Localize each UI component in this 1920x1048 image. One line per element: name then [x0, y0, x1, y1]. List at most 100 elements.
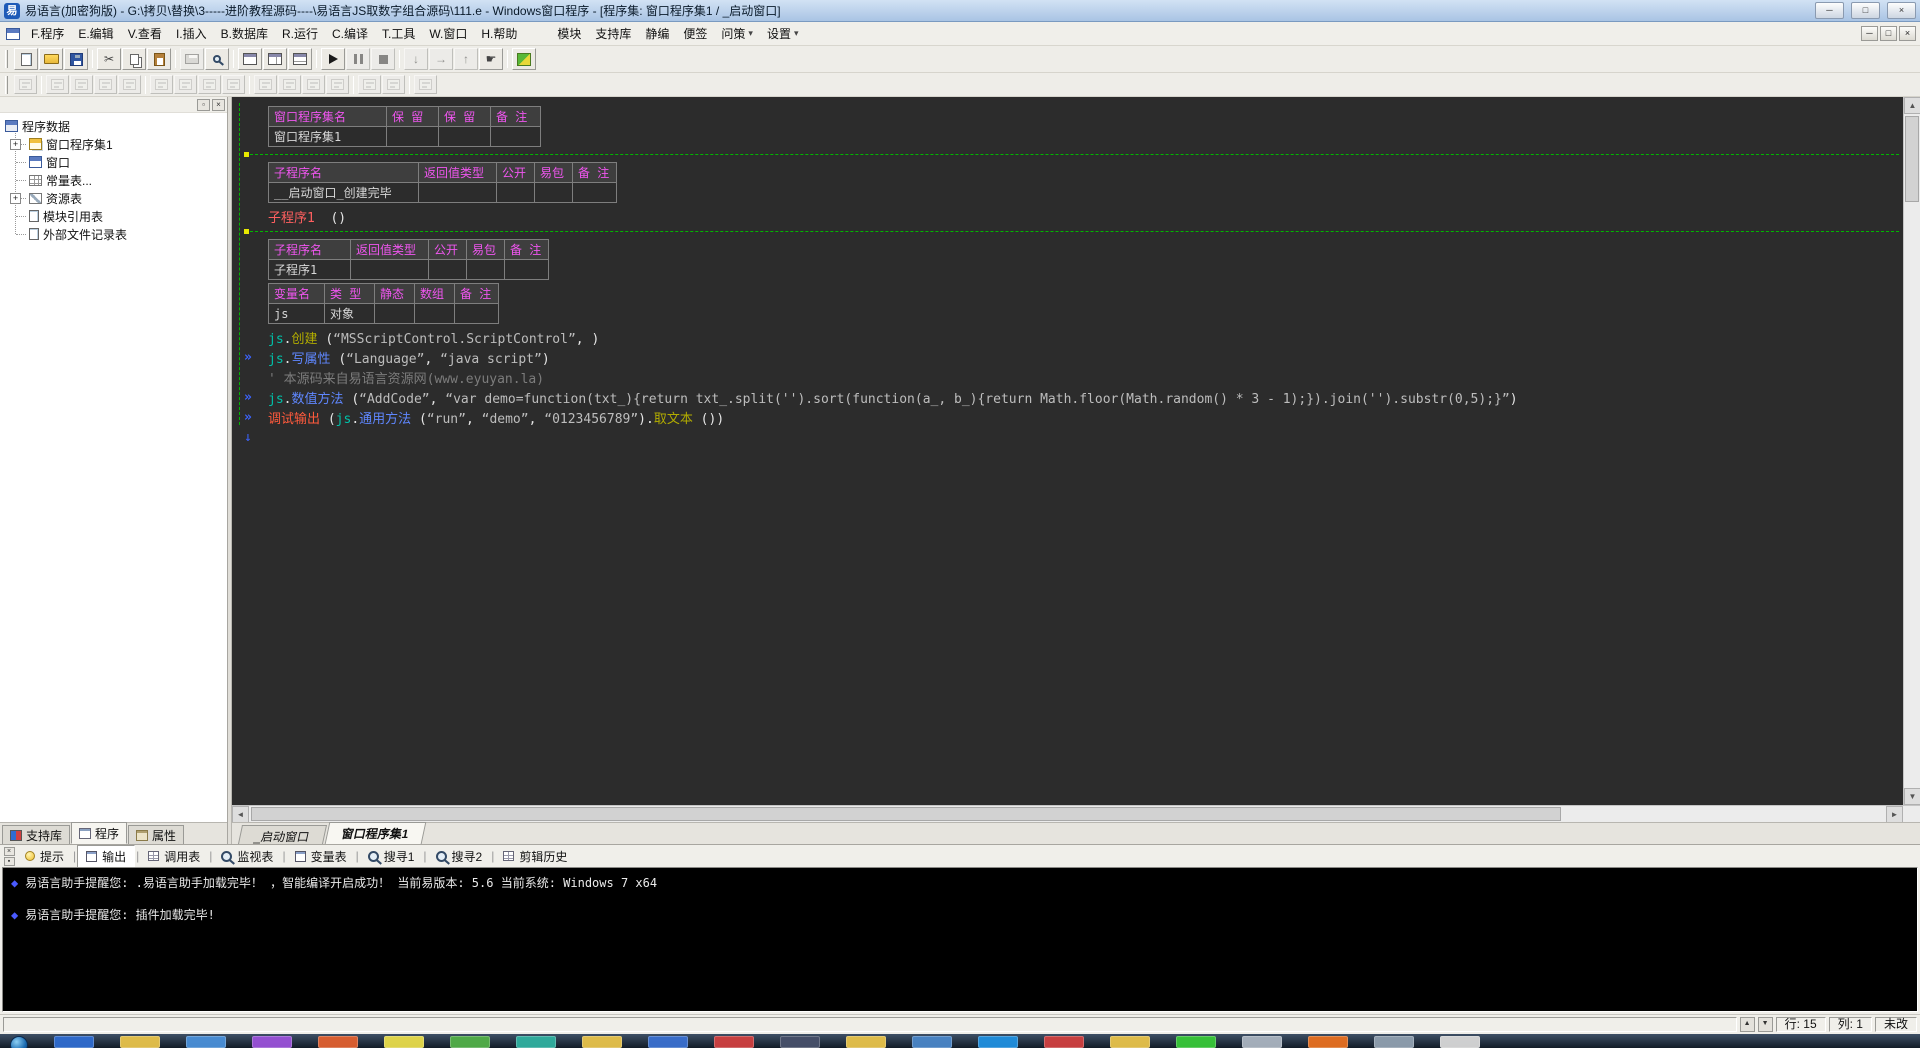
- taskbar-item[interactable]: [186, 1036, 226, 1048]
- maximize-button[interactable]: □: [1851, 2, 1880, 19]
- code-editor[interactable]: 窗口程序集名保 留保 留备 注窗口程序集1 子程序名 返回值类型 公开 易包备 注 __启…: [232, 97, 1903, 805]
- menu-help[interactable]: H.帮助: [474, 21, 524, 46]
- taskbar-item[interactable]: [714, 1036, 754, 1048]
- taskbar-item[interactable]: [1044, 1036, 1084, 1048]
- assembly-table-cell[interactable]: [386, 126, 439, 147]
- status-up-button[interactable]: ▲: [1739, 1017, 1755, 1032]
- menu-compile[interactable]: C.编译: [325, 21, 375, 46]
- code-line[interactable]: » 调试输出 (js.通用方法 (“run”, “demo”, “01234567…: [244, 407, 1903, 427]
- code-line[interactable]: » js.数值方法 (“AddCode”, “var demo=function(…: [244, 387, 1903, 407]
- tree-item-external-file-table[interactable]: 外部文件记录表: [9, 225, 225, 243]
- layout-workspace-button[interactable]: [238, 48, 262, 70]
- menu-settings[interactable]: 设置 ▾: [760, 21, 806, 46]
- menu-static-compile[interactable]: 静编: [638, 21, 676, 46]
- plugin-tool-button[interactable]: [512, 48, 536, 70]
- menu-notes[interactable]: 便签: [676, 21, 714, 46]
- minimize-button[interactable]: ─: [1815, 2, 1844, 19]
- hscroll-track[interactable]: [249, 806, 1886, 822]
- taskbar-item[interactable]: [780, 1036, 820, 1048]
- local-var-table-cell[interactable]: [374, 303, 415, 324]
- sidebar-tab-program[interactable]: 程序: [71, 822, 128, 844]
- sub-table-startup-cell[interactable]: [418, 182, 497, 203]
- doc-tab-startup-window[interactable]: _启动窗口: [237, 825, 327, 844]
- paste-button[interactable]: [147, 48, 171, 70]
- tree-item-window[interactable]: 窗口: [9, 153, 225, 171]
- taskbar-item[interactable]: [1242, 1036, 1282, 1048]
- sub-table-startup-cell[interactable]: [572, 182, 617, 203]
- menu-program[interactable]: F.程序: [24, 21, 71, 46]
- taskbar-item[interactable]: [1176, 1036, 1216, 1048]
- tree-item-window-assembly-1[interactable]: + 窗口程序集1: [9, 135, 225, 153]
- local-var-table-cell[interactable]: [454, 303, 499, 324]
- dock-tab-clip-history[interactable]: 剪辑历史: [495, 846, 575, 867]
- find-button[interactable]: [205, 48, 229, 70]
- taskbar-item[interactable]: [582, 1036, 622, 1048]
- layout-output-button[interactable]: [288, 48, 312, 70]
- dock-tab-call-table[interactable]: 调用表: [140, 846, 208, 867]
- scroll-up-button[interactable]: ▲: [1904, 97, 1920, 114]
- sub-table-startup-cell[interactable]: __启动窗口_创建完毕: [268, 182, 419, 203]
- code-line[interactable]: ' 本源码来自易语言资源网(www.eyuyan.la): [244, 367, 1903, 387]
- doc-tab-window-assembly-1[interactable]: 窗口程序集1: [324, 822, 426, 844]
- scroll-right-button[interactable]: ►: [1886, 806, 1903, 823]
- mdi-close-button[interactable]: ×: [1899, 26, 1916, 41]
- menu-tools[interactable]: T.工具: [375, 21, 422, 46]
- sidebar-tab-support-lib[interactable]: 支持库: [2, 825, 71, 844]
- open-file-button[interactable]: [39, 48, 63, 70]
- layout-split-button[interactable]: [263, 48, 287, 70]
- scroll-down-button[interactable]: ▼: [1904, 788, 1920, 805]
- menu-window[interactable]: W.窗口: [422, 21, 474, 46]
- expander-icon[interactable]: +: [10, 139, 21, 150]
- code-line[interactable]: » js.写属性 (“Language”, “java script”): [244, 347, 1903, 367]
- taskbar-item[interactable]: [54, 1036, 94, 1048]
- run-button[interactable]: [321, 48, 345, 70]
- dock-pin-button[interactable]: ▪: [3, 856, 15, 866]
- taskbar-item[interactable]: [450, 1036, 490, 1048]
- taskbar-item[interactable]: [1308, 1036, 1348, 1048]
- code-line[interactable]: js.创建 (“MSScriptControl.ScriptControl”, …: [244, 327, 1903, 347]
- tree-item-module-ref-table[interactable]: 模块引用表: [9, 207, 225, 225]
- menu-support-lib[interactable]: 支持库: [588, 21, 638, 46]
- dock-close-button[interactable]: ×: [3, 846, 15, 856]
- menu-run[interactable]: R.运行: [275, 21, 325, 46]
- sub-table-sub1-cell[interactable]: [504, 259, 549, 280]
- assembly-table-cell[interactable]: 窗口程序集1: [268, 126, 387, 147]
- local-var-table-cell[interactable]: [414, 303, 455, 324]
- taskbar-item[interactable]: [252, 1036, 292, 1048]
- new-file-button[interactable]: [14, 48, 38, 70]
- dock-tab-watch-table[interactable]: 监视表: [213, 846, 281, 867]
- dock-tab-output[interactable]: 输出: [77, 844, 136, 868]
- taskbar-item[interactable]: [120, 1036, 160, 1048]
- menu-insert[interactable]: I.插入: [169, 21, 214, 46]
- scroll-left-button[interactable]: ◄: [232, 806, 249, 823]
- dock-tab-search2[interactable]: 搜寻2: [428, 846, 491, 867]
- taskbar-item[interactable]: [912, 1036, 952, 1048]
- toggle-breakpoint-button[interactable]: ☛: [479, 48, 503, 70]
- taskbar-item[interactable]: [1374, 1036, 1414, 1048]
- taskbar-item[interactable]: [1110, 1036, 1150, 1048]
- mdi-minimize-button[interactable]: ─: [1861, 26, 1878, 41]
- sidebar-tab-properties[interactable]: 属性: [128, 825, 185, 844]
- panel-float-button[interactable]: ▫: [197, 98, 210, 111]
- editor-hscrollbar[interactable]: ◄ ►: [232, 805, 1920, 823]
- sub-table-startup-cell[interactable]: [496, 182, 535, 203]
- sub-table-sub1-cell[interactable]: [428, 259, 467, 280]
- sub-table-sub1-cell[interactable]: [466, 259, 505, 280]
- assembly-table-cell[interactable]: [438, 126, 491, 147]
- menu-module[interactable]: 模块: [550, 21, 588, 46]
- taskbar-item[interactable]: [516, 1036, 556, 1048]
- panel-close-button[interactable]: ×: [212, 98, 225, 111]
- taskbar-item[interactable]: [384, 1036, 424, 1048]
- copy-button[interactable]: [122, 48, 146, 70]
- vscroll-thumb[interactable]: [1905, 116, 1919, 202]
- cut-button[interactable]: ✂: [97, 48, 121, 70]
- assembly-table-cell[interactable]: [490, 126, 541, 147]
- taskbar-item[interactable]: [1440, 1036, 1480, 1048]
- sub-table-startup-cell[interactable]: [534, 182, 573, 203]
- editor-vscrollbar[interactable]: ▲ ▼: [1903, 97, 1920, 805]
- menu-database[interactable]: B.数据库: [214, 21, 275, 46]
- code-line[interactable]: 子程序1 (): [244, 206, 1903, 226]
- output-panel[interactable]: ◆ 易语言助手提醒您: .易语言助手加载完毕！ ，智能编译开启成功！ 当前易版本:…: [2, 867, 1918, 1012]
- status-down-button[interactable]: ▼: [1757, 1017, 1773, 1032]
- local-var-table-cell[interactable]: 对象: [324, 303, 375, 324]
